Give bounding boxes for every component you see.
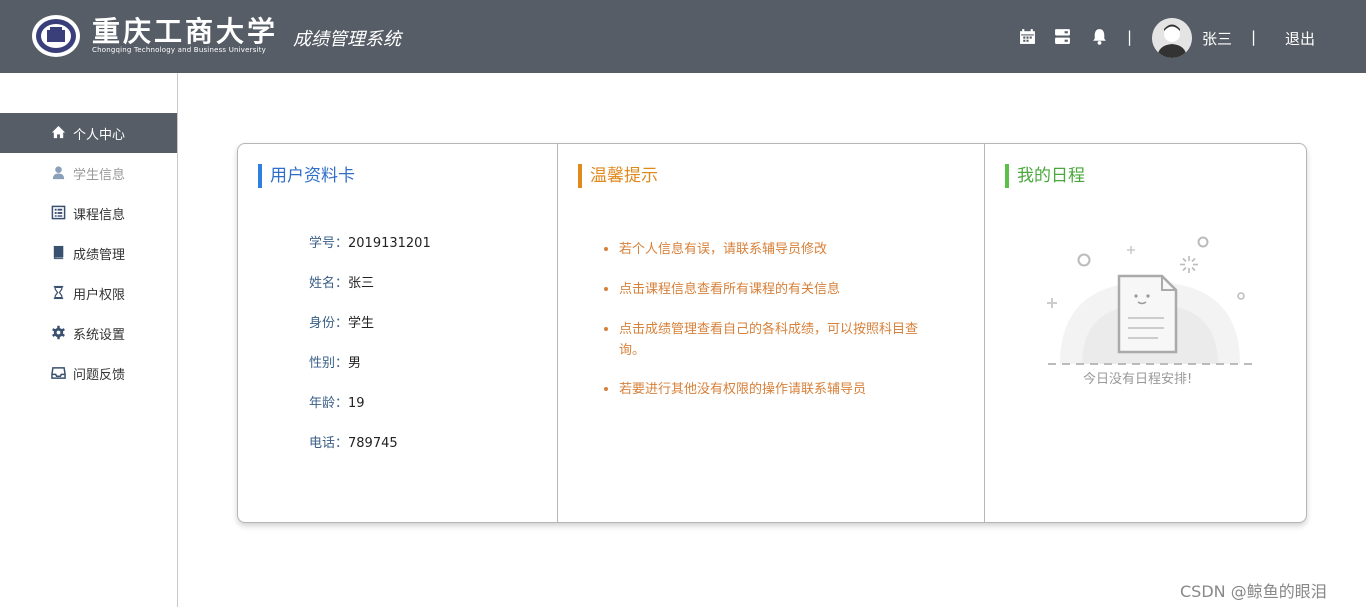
book-icon bbox=[53, 245, 64, 260]
avatar[interactable] bbox=[1152, 18, 1192, 58]
user-icon bbox=[52, 166, 65, 180]
empty-schedule-text: 今日没有日程安排! bbox=[1083, 372, 1193, 387]
phone-row: 电话：789745 bbox=[309, 432, 398, 451]
sidebar: 个人中心 学生信息 课程信息 成绩管理 用户权限 系统设置 问题反馈 bbox=[0, 73, 178, 607]
sidebar-item-grade-management[interactable]: 成绩管理 bbox=[0, 233, 177, 273]
gear-icon bbox=[52, 325, 65, 340]
tips-title: 温馨提示 bbox=[578, 164, 658, 188]
age-label: 年龄： bbox=[309, 396, 349, 411]
empty-schedule-illustration bbox=[1047, 236, 1252, 365]
sidebar-item-label: 问题反馈 bbox=[73, 368, 126, 383]
school-name: 重庆工商大学 bbox=[92, 15, 279, 48]
sidebar-item-label: 个人中心 bbox=[73, 128, 126, 143]
student-id-label: 学号： bbox=[309, 236, 349, 251]
university-logo bbox=[32, 15, 80, 57]
username[interactable]: 张三 bbox=[1202, 28, 1232, 49]
role-label: 身份： bbox=[309, 316, 349, 331]
user-avatar-icon bbox=[1152, 18, 1192, 58]
sidebar-item-label: 学生信息 bbox=[73, 168, 126, 183]
sidebar-item-label: 系统设置 bbox=[73, 328, 126, 343]
gender-row: 性别：男 bbox=[309, 352, 361, 371]
sidebar-item-system-settings[interactable]: 系统设置 bbox=[0, 313, 177, 353]
dashboard-card: 用户资料卡 学号：2019131201 姓名：张三 身份：学生 性别：男 年龄：… bbox=[237, 143, 1307, 523]
student-id-value: 2019131201 bbox=[348, 236, 431, 251]
inbox-icon bbox=[51, 367, 66, 379]
column-divider bbox=[984, 144, 985, 522]
sidebar-item-personal-center[interactable]: 个人中心 bbox=[0, 113, 177, 153]
sidebar-item-student-info[interactable]: 学生信息 bbox=[0, 153, 177, 193]
age-value: 19 bbox=[348, 396, 365, 411]
role-value: 学生 bbox=[348, 316, 375, 331]
name-row: 姓名：张三 bbox=[309, 272, 374, 291]
logout-button[interactable]: 退出 bbox=[1285, 28, 1315, 49]
sidebar-item-label: 成绩管理 bbox=[73, 248, 126, 263]
system-title: 成绩管理系统 bbox=[293, 29, 401, 50]
phone-value: 789745 bbox=[348, 436, 398, 451]
schedule-title: 我的日程 bbox=[1005, 164, 1085, 188]
school-name-english: Chongqing Technology and Business Univer… bbox=[92, 46, 267, 54]
name-label: 姓名： bbox=[309, 276, 349, 291]
column-divider bbox=[557, 144, 558, 522]
sidebar-item-label: 用户权限 bbox=[73, 288, 126, 303]
phone-label: 电话： bbox=[309, 436, 349, 451]
home-icon bbox=[51, 125, 66, 139]
watermark: CSDN @鲸鱼的眼泪 bbox=[1180, 582, 1327, 601]
gender-value: 男 bbox=[348, 356, 362, 371]
sidebar-item-feedback[interactable]: 问题反馈 bbox=[0, 353, 177, 393]
sidebar-item-user-permissions[interactable]: 用户权限 bbox=[0, 273, 177, 313]
hourglass-icon bbox=[53, 285, 64, 300]
server-icon[interactable] bbox=[1054, 28, 1071, 45]
gender-label: 性别： bbox=[309, 356, 349, 371]
header-separator: | bbox=[1127, 28, 1133, 46]
name-value: 张三 bbox=[348, 276, 375, 291]
sidebar-item-label: 课程信息 bbox=[73, 208, 126, 223]
role-row: 身份：学生 bbox=[309, 312, 374, 331]
tip-item: 若要进行其他没有权限的操作请联系辅导员 bbox=[604, 379, 934, 400]
list-icon bbox=[51, 205, 66, 220]
age-row: 年龄：19 bbox=[309, 392, 365, 411]
tip-item: 点击课程信息查看所有课程的有关信息 bbox=[604, 279, 934, 300]
header-separator: | bbox=[1251, 28, 1257, 46]
profile-card-title: 用户资料卡 bbox=[258, 164, 355, 188]
sidebar-item-course-info[interactable]: 课程信息 bbox=[0, 193, 177, 233]
tip-item: 点击成绩管理查看自己的各科成绩，可以按照科目查询。 bbox=[604, 319, 926, 361]
bell-icon[interactable] bbox=[1091, 28, 1108, 45]
student-id-row: 学号：2019131201 bbox=[309, 232, 431, 251]
tip-item: 若个人信息有误，请联系辅导员修改 bbox=[604, 239, 934, 260]
calendar-icon[interactable] bbox=[1019, 28, 1036, 45]
top-header: 重庆工商大学 Chongqing Technology and Business… bbox=[0, 0, 1366, 73]
